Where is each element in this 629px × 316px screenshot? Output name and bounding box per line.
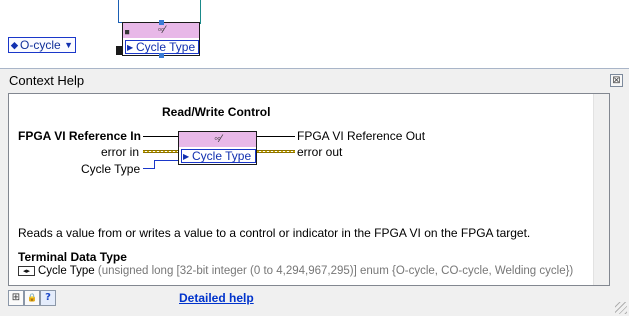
close-icon[interactable]: ⊠	[610, 74, 623, 87]
input-terminal-icon: ▶	[127, 43, 134, 52]
block-diagram[interactable]: ◆ O-cycle ▼ ◦◦⁄ ■ ▶ Cycle Type	[0, 0, 629, 68]
dropdown-arrow-icon[interactable]: ▼	[64, 38, 73, 52]
help-node-icon: ◦◦⁄ ▶ Cycle Type	[178, 131, 257, 165]
terminal-label-cycle-type: Cycle Type	[81, 162, 141, 176]
node-header: ◦◦⁄	[123, 23, 199, 38]
help-description: Reads a value from or writes a value to …	[18, 226, 531, 240]
error-in-wire[interactable]	[116, 46, 122, 55]
cycle-type-terminal-row[interactable]: ▶ Cycle Type	[125, 40, 199, 54]
error-out-wire	[257, 150, 295, 153]
terminal-label-error-out: error out	[297, 145, 343, 159]
wire-vertical[interactable]	[118, 0, 119, 22]
context-help-window: Context Help ⊠ Read/Write Control FPGA V…	[0, 68, 629, 316]
enum-constant-value: O-cycle	[20, 38, 61, 52]
wire-right-top[interactable]	[200, 0, 201, 24]
input-terminal-icon: ▶	[183, 152, 190, 161]
cycle-type-wire-vertical	[154, 160, 155, 169]
help-content-pane: Read/Write Control FPGA VI Reference In …	[8, 93, 610, 305]
cycle-type-wire-top	[154, 160, 179, 161]
terminal-label-error-in: error in	[101, 145, 140, 159]
terminal-label-ref-in: FPGA VI Reference In	[18, 129, 141, 143]
enum-ring-icon: ◆	[11, 40, 18, 50]
selection-handle[interactable]	[159, 20, 164, 25]
terminal-data-type-heading: Terminal Data Type	[18, 250, 127, 264]
function-title: Read/Write Control	[162, 105, 271, 119]
terminal-name: Cycle Type	[38, 265, 95, 277]
detailed-help-link[interactable]: Detailed help	[179, 291, 254, 305]
enum-type-icon: ◂▸	[18, 265, 35, 276]
terminal-label-ref-out: FPGA VI Reference Out	[297, 129, 426, 143]
help-button[interactable]: ?	[40, 290, 56, 306]
error-in-wire	[143, 150, 179, 153]
vertical-scrollbar[interactable]	[593, 94, 609, 285]
node-terminal-label: Cycle Type	[192, 149, 252, 163]
show-optional-terminals-button[interactable]: ⊞	[8, 290, 24, 306]
ref-in-wire	[143, 136, 179, 137]
read-write-control-icon: ◦◦⁄	[157, 24, 166, 36]
read-write-control-node[interactable]: ◦◦⁄ ■ ▶ Cycle Type	[122, 20, 200, 58]
ref-out-wire	[257, 136, 295, 137]
enum-constant[interactable]: ◆ O-cycle ▼	[8, 37, 76, 53]
cycle-type-terminal-label: Cycle Type	[136, 40, 196, 54]
terminal-type-text: (unsigned long [32-bit integer (0 to 4,2…	[97, 265, 574, 277]
resize-grip-icon[interactable]	[615, 302, 627, 314]
error-in-terminal-icon[interactable]: ■	[125, 28, 129, 36]
selection-handle[interactable]	[159, 53, 164, 58]
help-title-bar[interactable]: Context Help ⊠	[0, 69, 629, 91]
node-terminal-row: ▶ Cycle Type	[181, 149, 256, 163]
terminal-data-type-row: ◂▸ Cycle Type (unsigned long [32-bit inte…	[18, 265, 573, 277]
window-title: Context Help	[9, 73, 85, 88]
read-write-control-icon: ◦◦⁄	[214, 133, 222, 145]
node-header: ◦◦⁄	[179, 132, 256, 147]
lock-button[interactable]: 🔒	[24, 290, 40, 306]
